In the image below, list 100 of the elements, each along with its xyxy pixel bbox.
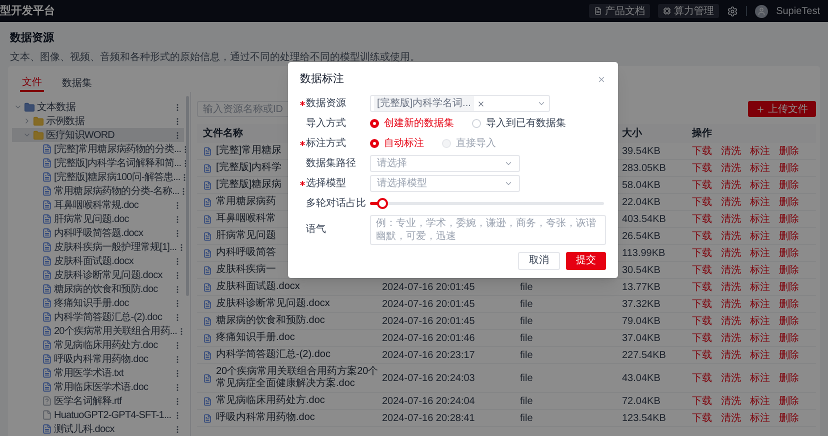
radio-label: 创建新的数据集 <box>384 116 454 131</box>
action-link[interactable]: 下载 <box>692 296 712 312</box>
action-link[interactable]: 下载 <box>692 262 712 278</box>
action-link[interactable]: 清洗 <box>721 410 741 426</box>
select-field[interactable]: 请选择模型 <box>370 175 520 192</box>
action-link[interactable]: 下载 <box>692 280 712 294</box>
action-link[interactable]: 清洗 <box>721 394 741 408</box>
action-link[interactable]: 下载 <box>692 348 712 362</box>
action-link[interactable]: 删除 <box>779 394 799 408</box>
cancel-button[interactable]: 取消 <box>518 252 560 270</box>
action-link[interactable]: 删除 <box>779 280 799 294</box>
action-link[interactable]: 清洗 <box>721 330 741 346</box>
input-field[interactable]: 例：专业，学术，委婉，谦逊，商务，夸张，诙谐幽默，可爱，迅速 <box>370 214 606 244</box>
action-link[interactable]: 删除 <box>779 262 799 278</box>
action-link[interactable]: 清洗 <box>721 144 741 158</box>
action-link[interactable]: 删除 <box>779 160 799 176</box>
action-link[interactable]: 清洗 <box>721 314 741 328</box>
document-icon <box>42 284 52 294</box>
action-link[interactable]: 清洗 <box>721 160 741 176</box>
action-link[interactable]: 删除 <box>779 194 799 210</box>
document-icon <box>42 270 52 280</box>
action-link[interactable]: 下载 <box>692 314 712 328</box>
action-link[interactable]: 清洗 <box>721 194 741 210</box>
action-link[interactable]: 下载 <box>692 160 712 176</box>
file-name: 内科学简答题汇总-(2).doc <box>216 349 330 361</box>
action-link[interactable]: 标注 <box>750 246 770 260</box>
action-link[interactable]: 删除 <box>779 144 799 158</box>
action-link[interactable]: 标注 <box>750 160 770 176</box>
action-link[interactable]: 清洗 <box>721 228 741 244</box>
action-link[interactable]: 删除 <box>779 410 799 426</box>
action-link[interactable]: 标注 <box>750 410 770 426</box>
action-link[interactable]: 标注 <box>750 262 770 278</box>
action-link[interactable]: 下载 <box>692 330 712 346</box>
page-description: 文本、图像、视频、音频和各种形式的原始信息，通过不同的处理给不同的模型训练或使用。 <box>10 50 421 64</box>
tab[interactable]: 文件 <box>20 75 44 92</box>
action-link[interactable]: 清洗 <box>721 370 741 386</box>
user-name[interactable]: SupieTest <box>776 4 820 18</box>
select-field[interactable]: 请选择 <box>370 155 520 172</box>
action-link[interactable]: 标注 <box>750 228 770 244</box>
action-link[interactable]: 下载 <box>692 212 712 226</box>
action-link[interactable]: 下载 <box>692 228 712 244</box>
action-link[interactable]: 下载 <box>692 246 712 260</box>
tree-item[interactable]: 医疗知识WORD <box>12 128 184 142</box>
action-link[interactable]: 标注 <box>750 330 770 346</box>
action-link[interactable]: 清洗 <box>721 246 741 260</box>
action-link[interactable]: 删除 <box>779 370 799 386</box>
close-icon[interactable] <box>476 100 485 108</box>
close-icon[interactable] <box>597 74 606 84</box>
action-link[interactable]: 清洗 <box>721 348 741 362</box>
action-link[interactable]: 标注 <box>750 194 770 210</box>
action-link[interactable]: 标注 <box>750 348 770 362</box>
action-link[interactable]: 删除 <box>779 296 799 312</box>
action-link[interactable]: 标注 <box>750 314 770 328</box>
radio-button[interactable] <box>370 139 379 148</box>
action-link[interactable]: 清洗 <box>721 212 741 226</box>
action-link[interactable]: 下载 <box>692 178 712 192</box>
settings-icon[interactable] <box>727 6 738 16</box>
select-field[interactable]: [完整版]内科学名词... <box>370 95 550 112</box>
action-link[interactable]: 删除 <box>779 314 799 328</box>
action-link[interactable]: 清洗 <box>721 178 741 192</box>
avatar[interactable] <box>755 4 768 18</box>
header-button[interactable]: 算力管理 <box>658 4 720 18</box>
action-link[interactable]: 下载 <box>692 370 712 386</box>
file-name: 皮肤科疾病一 <box>216 264 276 276</box>
action-link[interactable]: 删除 <box>779 246 799 260</box>
tree-item-label: 示例数据 <box>46 114 86 128</box>
file-name: 常见病临床用药处方.doc <box>216 395 325 407</box>
action-link[interactable]: 删除 <box>779 178 799 192</box>
upload-button[interactable]: 上传文件 <box>748 101 816 117</box>
action-link[interactable]: 删除 <box>779 228 799 244</box>
action-link[interactable]: 清洗 <box>721 262 741 278</box>
action-link[interactable]: 标注 <box>750 394 770 408</box>
action-link[interactable]: 删除 <box>779 212 799 226</box>
action-link[interactable]: 删除 <box>779 330 799 346</box>
action-link[interactable]: 下载 <box>692 194 712 210</box>
action-link[interactable]: 下载 <box>692 144 712 158</box>
action-link[interactable]: 标注 <box>750 296 770 312</box>
submit-button[interactable]: 提交 <box>566 252 606 270</box>
table-cell-text: 2024-07-16 20:01:45 <box>382 280 475 294</box>
chip-icon <box>663 7 672 15</box>
action-link[interactable]: 清洗 <box>721 280 741 294</box>
header-button[interactable]: 产品文档 <box>589 4 650 18</box>
table-cell-text: 2024-07-16 20:23:17 <box>382 348 475 362</box>
tree-item-label: 20个疾病常用关联组合用药... <box>54 324 178 338</box>
action-link[interactable]: 标注 <box>750 370 770 386</box>
tree-item-label: 常用医学术语.txt <box>54 366 125 380</box>
tree-item-label: 内科学简答题汇总-(2).doc <box>54 310 164 324</box>
document-icon <box>203 180 212 190</box>
action-link[interactable]: 标注 <box>750 144 770 158</box>
document-icon <box>203 396 212 406</box>
slider-handle[interactable] <box>376 198 388 209</box>
action-link[interactable]: 删除 <box>779 348 799 362</box>
radio-button[interactable] <box>370 119 379 128</box>
action-link[interactable]: 下载 <box>692 394 712 408</box>
tab[interactable]: 数据集 <box>60 75 94 92</box>
action-link[interactable]: 标注 <box>750 280 770 294</box>
action-link[interactable]: 标注 <box>750 212 770 226</box>
action-link[interactable]: 标注 <box>750 178 770 192</box>
action-link[interactable]: 清洗 <box>721 296 741 312</box>
action-link[interactable]: 下载 <box>692 410 712 426</box>
